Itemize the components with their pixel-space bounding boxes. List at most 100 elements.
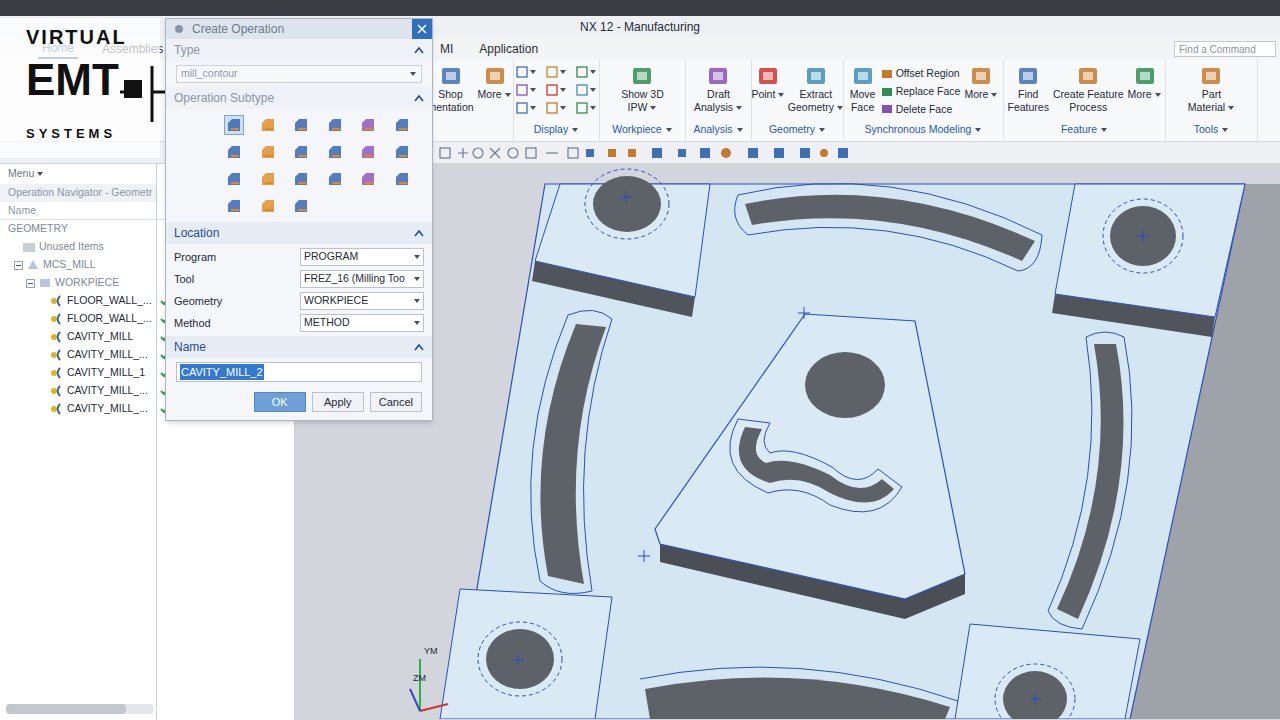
- operation-subtype-button[interactable]: [325, 169, 345, 189]
- dropdown-icon[interactable]: [649, 104, 657, 112]
- dropdown-icon[interactable]: [413, 319, 421, 327]
- display-tool-icon[interactable]: [576, 84, 598, 96]
- section-header[interactable]: Operation Subtype: [166, 87, 432, 109]
- group-dropdown-icon[interactable]: [665, 126, 673, 134]
- dropdown-icon[interactable]: [413, 297, 421, 305]
- viewport[interactable]: YMZM: [295, 164, 1280, 720]
- menu-button[interactable]: Menu: [8, 166, 34, 182]
- display-tool-icon[interactable]: [546, 102, 568, 114]
- dialog-button[interactable]: Cancel: [370, 392, 422, 412]
- ribbon-button[interactable]: ExtractGeometry: [789, 64, 843, 114]
- ribbon-small-button[interactable]: Offset Region: [881, 66, 961, 82]
- operation-subtype-button[interactable]: [258, 196, 278, 216]
- group-dropdown-icon[interactable]: [974, 126, 982, 134]
- operation-subtype-button[interactable]: [358, 115, 378, 135]
- ribbon-button[interactable]: Shopmentation: [427, 64, 473, 114]
- display-tool-icon[interactable]: [576, 102, 598, 114]
- ribbon-button[interactable]: More: [964, 64, 998, 101]
- dropdown-icon[interactable]: [413, 253, 421, 261]
- type-dropdown[interactable]: mill_contour: [176, 65, 422, 83]
- expander-icon[interactable]: [14, 261, 23, 270]
- search-field[interactable]: [1174, 41, 1276, 57]
- expander-icon[interactable]: [26, 279, 35, 288]
- operation-subtype-button[interactable]: [224, 115, 244, 135]
- operation-subtype-button[interactable]: [291, 196, 311, 216]
- section-header[interactable]: Type: [166, 39, 432, 61]
- ribbon-small-button[interactable]: Delete Face: [881, 102, 961, 118]
- operation-subtype-button[interactable]: [258, 169, 278, 189]
- display-tool-icon[interactable]: [546, 84, 568, 96]
- display-tool-icon[interactable]: [576, 66, 598, 78]
- scroll-thumb[interactable]: [6, 704, 126, 714]
- ribbon-button[interactable]: Show 3DIPW: [621, 64, 664, 114]
- tree-row[interactable]: GEOMETRY: [0, 220, 156, 238]
- group-dropdown-icon[interactable]: [571, 126, 579, 134]
- operation-subtype-button[interactable]: [291, 142, 311, 162]
- dropdown-icon[interactable]: [1227, 104, 1235, 112]
- scrollbar[interactable]: [6, 704, 154, 714]
- section-header[interactable]: Name: [166, 336, 432, 358]
- menu-dropdown-icon[interactable]: [36, 170, 44, 178]
- field-dropdown[interactable]: FREZ_16 (Milling Too: [300, 270, 424, 288]
- dropdown-icon[interactable]: [504, 91, 512, 99]
- collapse-icon[interactable]: [414, 229, 424, 237]
- tree-row[interactable]: CAVITY_MILL: [0, 328, 156, 346]
- collapse-icon[interactable]: [414, 46, 424, 54]
- display-tool-icon[interactable]: [516, 84, 538, 96]
- tree-row[interactable]: FLOOR_WALL_...: [0, 292, 156, 310]
- operation-subtype-button[interactable]: [224, 169, 244, 189]
- tree-row[interactable]: CAVITY_MILL_1: [0, 364, 156, 382]
- dialog-button[interactable]: OK: [254, 392, 306, 412]
- tree-row[interactable]: FLOOR_WALL_...: [0, 310, 156, 328]
- section-header[interactable]: Location: [166, 222, 432, 244]
- display-tool-icon[interactable]: [516, 66, 538, 78]
- display-tool-icon[interactable]: [546, 66, 568, 78]
- operation-subtype-button[interactable]: [358, 169, 378, 189]
- ribbon-button[interactable]: Create FeatureProcess: [1053, 64, 1124, 114]
- operation-subtype-button[interactable]: [258, 142, 278, 162]
- dropdown-icon[interactable]: [777, 91, 785, 99]
- operation-subtype-button[interactable]: [392, 142, 412, 162]
- part-model[interactable]: YMZM: [295, 164, 1280, 719]
- operation-subtype-button[interactable]: [258, 115, 278, 135]
- operation-subtype-button[interactable]: [224, 142, 244, 162]
- ribbon-button[interactable]: FindFeatures: [1008, 64, 1049, 114]
- operation-subtype-button[interactable]: [291, 169, 311, 189]
- toolbar-icons[interactable]: [438, 145, 878, 161]
- operation-subtype-button[interactable]: [358, 142, 378, 162]
- tree-row[interactable]: WORKPIECE: [0, 274, 156, 292]
- display-tool-icon[interactable]: [516, 102, 538, 114]
- dropdown-icon[interactable]: [1154, 91, 1162, 99]
- dropdown-icon[interactable]: [990, 91, 998, 99]
- field-dropdown[interactable]: WORKPIECE: [300, 292, 424, 310]
- ribbon-button[interactable]: More: [1128, 64, 1162, 101]
- operation-subtype-button[interactable]: [325, 115, 345, 135]
- operation-subtype-button[interactable]: [291, 115, 311, 135]
- operation-subtype-button[interactable]: [224, 196, 244, 216]
- operation-subtype-button[interactable]: [392, 115, 412, 135]
- dropdown-icon[interactable]: [413, 275, 421, 283]
- dropdown-icon[interactable]: [836, 104, 844, 112]
- tree-row[interactable]: Unused Items: [0, 238, 156, 256]
- dialog-button[interactable]: Apply: [312, 392, 364, 412]
- group-dropdown-icon[interactable]: [1100, 126, 1108, 134]
- field-dropdown[interactable]: PROGRAM: [300, 248, 424, 266]
- collapse-icon[interactable]: [414, 343, 424, 351]
- group-dropdown-icon[interactable]: [1221, 126, 1229, 134]
- group-dropdown-icon[interactable]: [818, 126, 826, 134]
- operation-subtype-button[interactable]: [325, 142, 345, 162]
- ribbon-button[interactable]: PartMaterial: [1188, 64, 1235, 114]
- ribbon-button[interactable]: DraftAnalysis: [694, 64, 743, 114]
- dropdown-icon[interactable]: [409, 70, 417, 78]
- ribbon-button[interactable]: MoveFace: [849, 64, 877, 114]
- ribbon-button[interactable]: Point: [752, 64, 785, 101]
- ribbon-tab[interactable]: Application: [475, 40, 542, 58]
- operation-subtype-button[interactable]: [392, 169, 412, 189]
- ribbon-button[interactable]: More: [478, 64, 512, 101]
- dropdown-icon[interactable]: [735, 104, 743, 112]
- name-field[interactable]: CAVITY_MILL_2: [176, 362, 422, 382]
- collapse-icon[interactable]: [414, 94, 424, 102]
- tree-row[interactable]: CAVITY_MILL_...: [0, 346, 156, 364]
- field-dropdown[interactable]: METHOD: [300, 314, 424, 332]
- tree-row[interactable]: CAVITY_MILL_...: [0, 400, 156, 418]
